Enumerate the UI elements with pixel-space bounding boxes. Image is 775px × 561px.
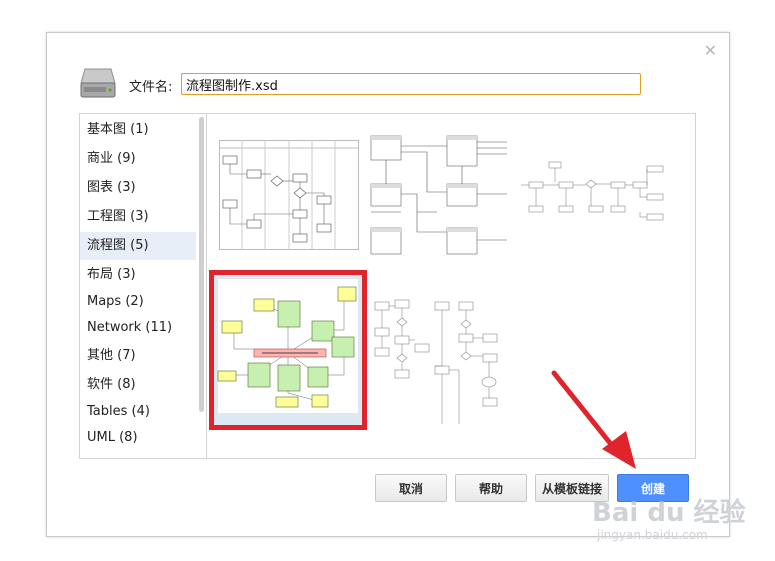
close-icon[interactable]: ✕ xyxy=(704,41,717,60)
category-item-business[interactable]: 商业 (9) xyxy=(80,145,196,173)
category-item-network[interactable]: Network (11) xyxy=(80,314,196,342)
disk-icon xyxy=(80,68,116,98)
template-swimlane-flowchart[interactable] xyxy=(219,140,359,250)
category-item-software[interactable]: 软件 (8) xyxy=(80,371,196,399)
filename-input[interactable] xyxy=(181,73,641,95)
category-item-tables[interactable]: Tables (4) xyxy=(80,398,196,426)
category-item-other[interactable]: 其他 (7) xyxy=(80,342,196,370)
help-button[interactable]: 帮助 xyxy=(455,474,527,502)
template-wide-flowchart[interactable] xyxy=(519,154,669,234)
category-list: 基本图 (1) 商业 (9) 图表 (3) 工程图 (3) 流程图 (5) 布局… xyxy=(79,113,208,459)
watermark-url: jingyan.baidu.com xyxy=(597,528,708,542)
category-scrollbar[interactable] xyxy=(199,117,204,412)
category-item-basic[interactable]: 基本图 (1) xyxy=(80,116,196,144)
template-vertical-flowchart[interactable] xyxy=(371,296,521,428)
category-item-uml[interactable]: UML (8) xyxy=(80,424,196,452)
category-item-charts[interactable]: 图表 (3) xyxy=(80,174,196,202)
category-item-flowchart[interactable]: 流程图 (5) xyxy=(80,232,196,260)
category-item-layout[interactable]: 布局 (3) xyxy=(80,261,196,289)
category-item-maps[interactable]: Maps (2) xyxy=(80,288,196,316)
annotation-arrow-icon xyxy=(551,370,636,469)
cancel-button[interactable]: 取消 xyxy=(375,474,447,502)
template-software-development-diagram[interactable] xyxy=(209,270,367,430)
filename-label: 文件名: xyxy=(129,80,173,95)
category-item-engineering[interactable]: 工程图 (3) xyxy=(80,203,196,231)
template-class-diagram[interactable] xyxy=(367,132,515,258)
watermark-logo: Bai du 经验 xyxy=(592,498,746,528)
